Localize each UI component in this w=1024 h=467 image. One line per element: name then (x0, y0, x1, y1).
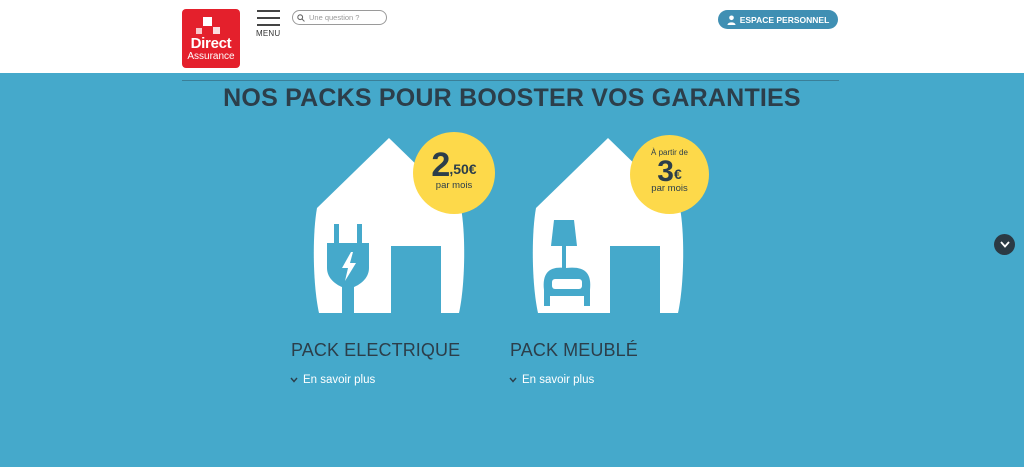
price-value: 2,50€ (431, 146, 477, 184)
menu-button[interactable]: MENU (256, 10, 282, 40)
chevron-down-icon (509, 377, 517, 383)
search-input[interactable] (309, 13, 381, 22)
en-savoir-plus-label: En savoir plus (303, 374, 376, 386)
en-savoir-plus-electrique-link[interactable]: En savoir plus (290, 374, 375, 386)
menu-label: MENU (256, 29, 281, 38)
en-savoir-plus-meuble-link[interactable]: En savoir plus (509, 374, 594, 386)
pack-electrique-title: PACK ELECTRIQUE (291, 340, 461, 360)
price-badge-furnished: À partir de 3€ par mois (630, 135, 709, 214)
logo-square (196, 28, 202, 34)
user-icon (727, 15, 736, 25)
pack-meuble-title: PACK MEUBLÉ (510, 340, 638, 360)
logo-square (213, 27, 220, 34)
chevron-down-icon (290, 377, 298, 383)
en-savoir-plus-label: En savoir plus (522, 374, 595, 386)
chevron-down-icon (999, 241, 1010, 248)
hamburger-icon (257, 10, 280, 12)
scroll-down-button[interactable] (994, 234, 1015, 255)
per-month-label: par mois (651, 183, 688, 194)
search-box[interactable] (292, 10, 387, 25)
per-month-label: par mois (435, 180, 473, 191)
site-header: Direct Assurance MENU ESPACE PERSONNEL (0, 0, 1024, 73)
logo-line-1: Direct (190, 35, 232, 52)
direct-assurance-logo[interactable]: Direct Assurance (182, 9, 240, 68)
search-icon (297, 13, 305, 22)
logo-line-2: Assurance (187, 51, 235, 62)
espace-personnel-button[interactable]: ESPACE PERSONNEL (718, 10, 838, 29)
hamburger-icon (257, 24, 280, 26)
price-badge-electric: 2,50€ par mois (413, 132, 495, 214)
logo-square (203, 17, 212, 26)
section-divider (182, 80, 839, 81)
hamburger-icon (257, 17, 280, 19)
page-title: NOS PACKS POUR BOOSTER VOS GARANTIES (223, 84, 801, 112)
espace-personnel-label: ESPACE PERSONNEL (739, 14, 830, 25)
